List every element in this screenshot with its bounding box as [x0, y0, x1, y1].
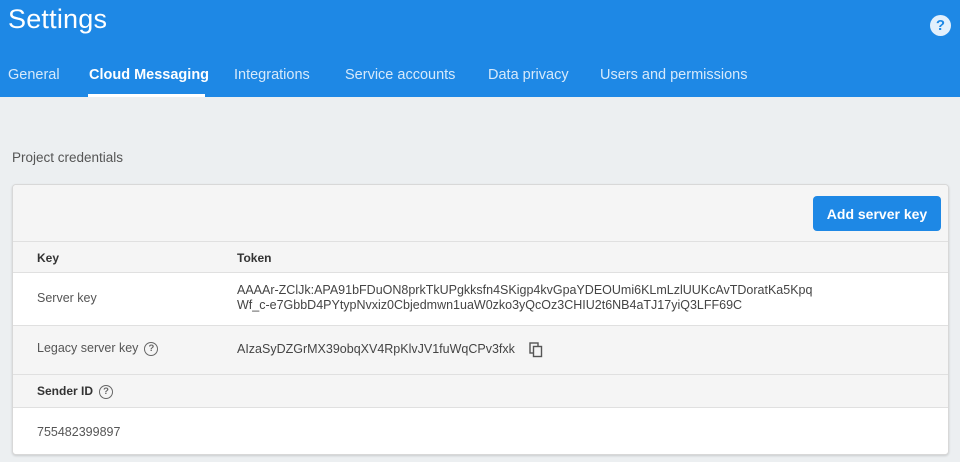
help-circle-icon[interactable]: ? — [99, 384, 114, 399]
server-key-token-line2[interactable]: Wf_c-e7GbbD4PYtypNvxiz0Cbjedmwn1uaW0zko3… — [237, 298, 742, 313]
column-header-key: Key — [37, 251, 60, 265]
tab-bar: General Cloud Messaging Integrations Ser… — [0, 56, 960, 97]
tab-service-accounts[interactable]: Service accounts — [345, 56, 455, 97]
table-row: Legacy server key? AIzaSyDZGrMX39obqXV4R… — [13, 325, 948, 374]
table-header-row: Key Token — [13, 241, 948, 272]
page-title: Settings — [8, 4, 108, 34]
app-header: Settings ? General Cloud Messaging Integ… — [0, 0, 960, 97]
legacy-server-key-cell: Legacy server key? — [37, 341, 159, 356]
sender-id-header-row: Sender ID? — [13, 374, 948, 407]
column-header-token: Token — [237, 251, 272, 265]
add-server-key-button[interactable]: Add server key — [813, 196, 941, 231]
table-row: 755482399897 — [13, 407, 948, 454]
server-key-label: Server key — [37, 291, 97, 305]
legacy-server-key-token[interactable]: AIzaSyDZGrMX39obqXV4RpKlvJV1fuWqCPv3fxk — [237, 342, 515, 357]
card-toolbar: Add server key — [13, 185, 948, 241]
section-title: Project credentials — [12, 150, 124, 165]
tab-cloud-messaging[interactable]: Cloud Messaging — [89, 56, 209, 97]
sender-id-header: Sender ID? — [37, 384, 114, 399]
tab-integrations[interactable]: Integrations — [234, 56, 310, 97]
active-tab-indicator — [88, 94, 205, 97]
sender-id-value[interactable]: 755482399897 — [37, 425, 120, 439]
credentials-card: Add server key Key Token Server key AAAA… — [12, 184, 949, 455]
help-circle-icon[interactable]: ? — [144, 341, 159, 356]
help-icon[interactable]: ? — [930, 15, 951, 36]
tab-users-and-permissions[interactable]: Users and permissions — [600, 56, 747, 97]
tab-data-privacy[interactable]: Data privacy — [488, 56, 569, 97]
server-key-token-line1[interactable]: AAAAr-ZClJk:APA91bFDuON8prkTkUPgkksfn4SK… — [237, 283, 812, 298]
copy-icon[interactable] — [529, 342, 543, 358]
legacy-server-key-label: Legacy server key — [37, 341, 139, 355]
sender-id-label: Sender ID — [37, 384, 94, 398]
table-row: Server key AAAAr-ZClJk:APA91bFDuON8prkTk… — [13, 272, 948, 325]
tab-general[interactable]: General — [8, 56, 60, 97]
